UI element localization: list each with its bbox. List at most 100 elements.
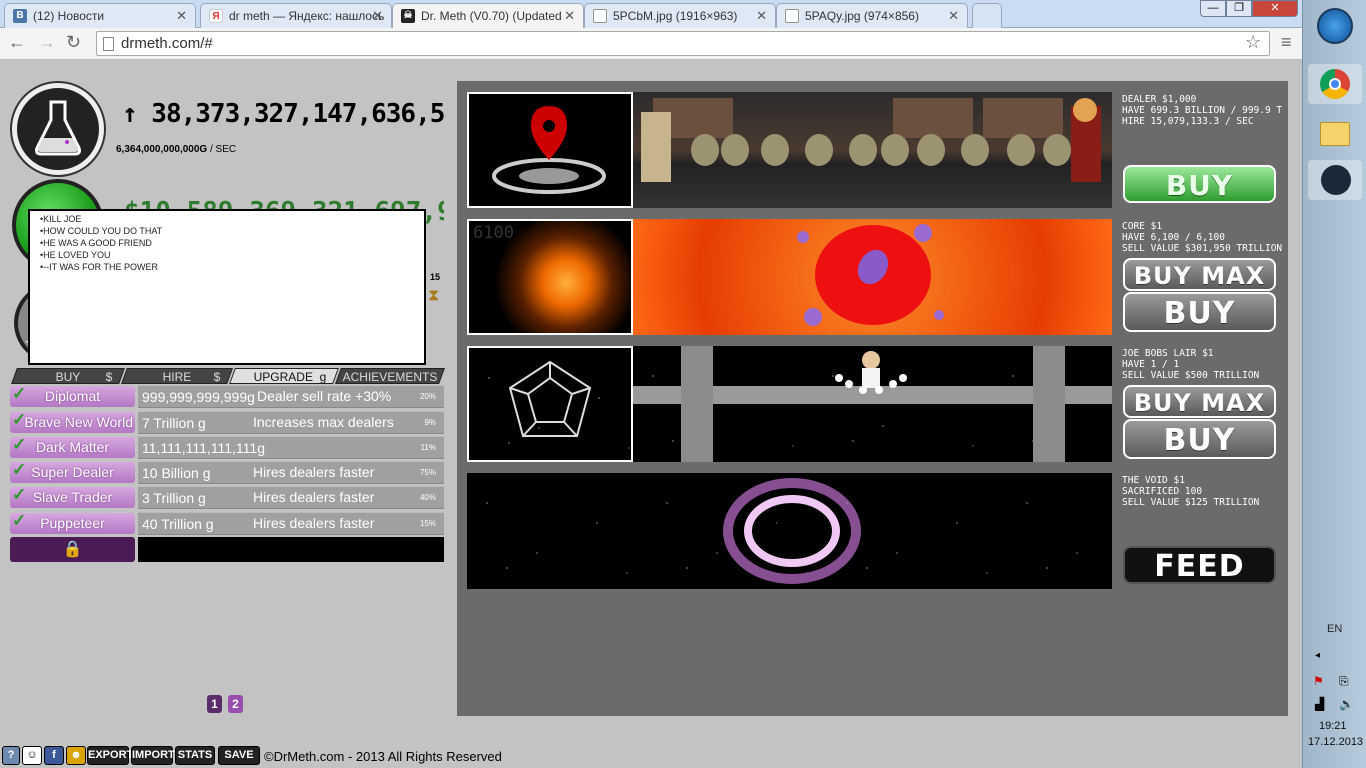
steam-icon[interactable] [1308, 160, 1362, 200]
lair-buy-max-button[interactable]: BUY MAX [1123, 385, 1276, 418]
upgrade-row[interactable]: Super Dealer ✓ 10 Billion g Hires dealer… [10, 460, 444, 484]
dealer-info: DEALER $1,000 HAVE 699.3 BILLION / 999.9… [1122, 94, 1288, 127]
stats-button[interactable]: STATS [175, 746, 215, 765]
upgrade-row[interactable]: Dark Matter ✓ 11,111,111,111,111g 11% [10, 435, 444, 459]
volume-icon[interactable]: 🔊 [1339, 697, 1354, 711]
chat-line: •HOW COULD YOU DO THAT [40, 226, 163, 236]
core-have: HAVE 6,100 / 6,100 [1122, 232, 1225, 243]
upgrade-name[interactable]: Super Dealer [10, 462, 135, 483]
upgrade-name[interactable]: Slave Trader [10, 487, 135, 508]
clock-time[interactable]: 19:21 [1319, 720, 1347, 732]
tab-drmeth[interactable]: ☠ Dr. Meth (V0.70) (Updated ✕ [392, 3, 584, 29]
bookmark-star-icon[interactable]: ☆ [1245, 32, 1261, 53]
upgrade-percent: 40% [419, 493, 436, 502]
core-info: CORE $1 HAVE 6,100 / 6,100 SELL VALUE $3… [1122, 221, 1288, 254]
core-scene [633, 219, 1112, 335]
flask-button[interactable] [12, 83, 104, 175]
tab-upgrade[interactable]: UPGRADE g [229, 368, 339, 384]
url-text: drmeth.com/# [121, 35, 213, 52]
core-sell-value: SELL VALUE $301,950 TRILLION [1122, 243, 1283, 254]
action-center-icon[interactable]: ⚑ [1313, 674, 1324, 688]
tab-image-1[interactable]: 5PCbM.jpg (1916×963) ✕ [584, 3, 776, 28]
upgrade-row[interactable]: Slave Trader ✓ 3 Trillion g Hires dealer… [10, 485, 444, 509]
checkmark-icon: ✓ [12, 435, 27, 454]
close-icon[interactable]: ✕ [372, 8, 383, 24]
dealer-map-pin-icon [467, 92, 633, 208]
tab-hire[interactable]: HIRE $ [121, 368, 233, 384]
upgrade-percent: 11% [420, 443, 436, 452]
core-buy-max-button[interactable]: BUY MAX [1123, 258, 1276, 291]
usb-icon[interactable]: ⎘ [1339, 674, 1349, 689]
minimize-button[interactable]: — [1200, 0, 1226, 17]
tab-yandex[interactable]: Я dr meth — Яндекс: нашлось ✕ [200, 3, 392, 28]
start-button[interactable] [1317, 8, 1353, 44]
upgrade-price: 40 Trillion g [142, 516, 214, 532]
close-icon[interactable]: ✕ [756, 8, 767, 24]
core-buy-button[interactable]: BUY [1123, 292, 1276, 332]
chat-line: •HE LOVED YOU [40, 250, 111, 260]
dealer-scene [633, 92, 1112, 208]
page-1-button[interactable]: 1 [207, 695, 222, 713]
tab-buy[interactable]: BUY $ [11, 368, 125, 384]
copyright: ©DrMeth.com - 2013 All Rights Reserved [264, 749, 502, 764]
upgrade-name[interactable]: Brave New World [10, 412, 135, 433]
reload-icon[interactable]: ↻ [66, 32, 81, 53]
rate-value: 6,364,000,000,000G [116, 144, 208, 155]
lair-sell-value: SELL VALUE $500 TRILLION [1122, 370, 1260, 381]
upgrade-name[interactable]: Puppeteer [10, 513, 135, 534]
back-arrow-icon[interactable]: ← [8, 32, 26, 53]
stumbleupon-icon[interactable]: ☻ [66, 746, 86, 765]
core-sun-icon: 6100 [467, 219, 633, 335]
reddit-icon[interactable]: ☺ [22, 746, 42, 765]
upgrade-row[interactable]: Puppeteer ✓ 40 Trillion g Hires dealers … [10, 511, 444, 535]
close-window-button[interactable]: ✕ [1252, 0, 1298, 17]
upgrade-desc: Hires dealers faster [253, 489, 375, 505]
language-indicator[interactable]: EN [1327, 623, 1342, 635]
export-button[interactable]: EXPORT [87, 746, 133, 765]
menu-icon[interactable]: ≡ [1281, 32, 1292, 53]
help-icon[interactable]: ? [2, 746, 20, 765]
void-info: THE VOID $1 SACRIFICED 100 SELL VALUE $1… [1122, 475, 1288, 508]
facebook-icon[interactable]: f [44, 746, 64, 765]
skull-icon: ☠ [401, 9, 415, 23]
chat-line: •--IT WAS FOR THE POWER [40, 262, 158, 272]
tab-label: (12) Новости [33, 9, 105, 23]
save-button[interactable]: SAVE [218, 746, 260, 765]
network-icon[interactable]: ▟ [1315, 697, 1324, 711]
close-icon[interactable]: ✕ [176, 8, 187, 24]
upgrade-desc: Dealer sell rate +30% [257, 388, 392, 404]
close-icon[interactable]: ✕ [564, 8, 575, 24]
dealer-hire-rate: HIRE 15,079,133.3 / SEC [1122, 116, 1254, 127]
flask-icon [35, 100, 81, 156]
import-button[interactable]: IMPORT [131, 746, 175, 765]
tab-image-2[interactable]: 5PAQy.jpg (974×856) ✕ [776, 3, 968, 28]
chrome-icon[interactable] [1308, 64, 1362, 104]
clock-date[interactable]: 17.12.2013 [1308, 736, 1363, 748]
lair-buy-button[interactable]: BUY [1123, 419, 1276, 459]
upgrade-info: 3 Trillion g Hires dealers faster 40% [138, 486, 444, 509]
upgrade-row[interactable]: Diplomat ✓ 999,999,999,999g Dealer sell … [10, 384, 444, 408]
chevron-left-icon[interactable]: ◂ [1315, 650, 1320, 661]
game-page: ↑ 38,373,327,147,636,584 6,364,000,000,0… [0, 61, 1302, 768]
upgrade-name[interactable]: Dark Matter [10, 437, 135, 458]
tab-achievements[interactable]: ACHIEVEMENTS [335, 368, 445, 384]
close-icon[interactable]: ✕ [948, 8, 959, 24]
maximize-button[interactable]: ❐ [1226, 0, 1252, 17]
page-icon [593, 9, 607, 23]
feed-void-button[interactable]: FEED [1123, 546, 1276, 584]
forward-arrow-icon[interactable]: → [38, 32, 56, 53]
address-bar[interactable]: drmeth.com/# [96, 31, 1270, 56]
upgrade-info: 10 Billion g Hires dealers faster 75% [138, 461, 444, 484]
void-price: THE VOID $1 [1122, 475, 1185, 486]
explorer-folder-icon[interactable] [1308, 114, 1362, 154]
upgrade-info: 7 Trillion g Increases max dealers 9% [138, 411, 444, 434]
upgrade-row[interactable]: Brave New World ✓ 7 Trillion g Increases… [10, 410, 444, 434]
upgrade-price: 3 Trillion g [142, 490, 206, 506]
new-tab-button[interactable] [972, 3, 1002, 28]
page-icon [785, 9, 799, 23]
tab-news[interactable]: В (12) Новости ✕ [4, 3, 196, 28]
buy-dealer-button[interactable]: BUY [1123, 165, 1276, 203]
chat-bubble: •KILL JOE •HOW COULD YOU DO THAT •HE WAS… [28, 209, 426, 365]
page-2-button[interactable]: 2 [228, 695, 243, 713]
upgrade-name[interactable]: Diplomat [10, 386, 135, 407]
